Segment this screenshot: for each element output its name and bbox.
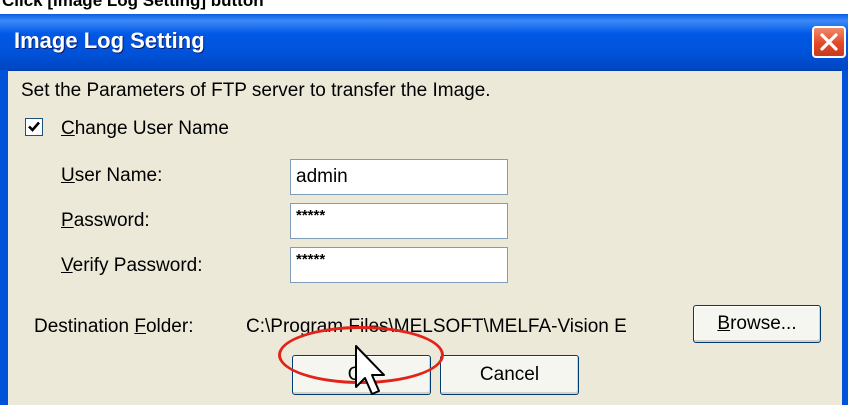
user-name-input[interactable]: admin	[290, 159, 508, 195]
window-frame-right	[842, 70, 848, 405]
change-user-name-label[interactable]: Change User Name	[61, 118, 229, 140]
cancel-button[interactable]: Cancel	[440, 355, 579, 395]
top-caption-cut: Click [Image Log Setting] button	[2, 0, 264, 10]
description-text: Set the Parameters of FTP server to tran…	[21, 80, 491, 101]
window-frame-left	[0, 70, 8, 405]
title-bar[interactable]: Image Log Setting	[0, 14, 848, 71]
close-button[interactable]	[812, 26, 846, 58]
verify-password-label: Verify Password:	[61, 255, 203, 276]
close-icon	[820, 33, 838, 51]
verify-password-input[interactable]: *****	[290, 247, 508, 283]
mouse-cursor-icon	[355, 345, 385, 395]
change-user-name-checkbox[interactable]	[25, 118, 43, 136]
password-input[interactable]: *****	[290, 203, 508, 239]
destination-folder-label: Destination Folder:	[34, 316, 194, 337]
checkmark-icon	[28, 121, 40, 132]
browse-button[interactable]: Browse...	[693, 305, 821, 343]
password-label: Password:	[61, 210, 150, 231]
dialog-title: Image Log Setting	[14, 28, 205, 53]
user-name-label: User Name:	[61, 165, 163, 186]
